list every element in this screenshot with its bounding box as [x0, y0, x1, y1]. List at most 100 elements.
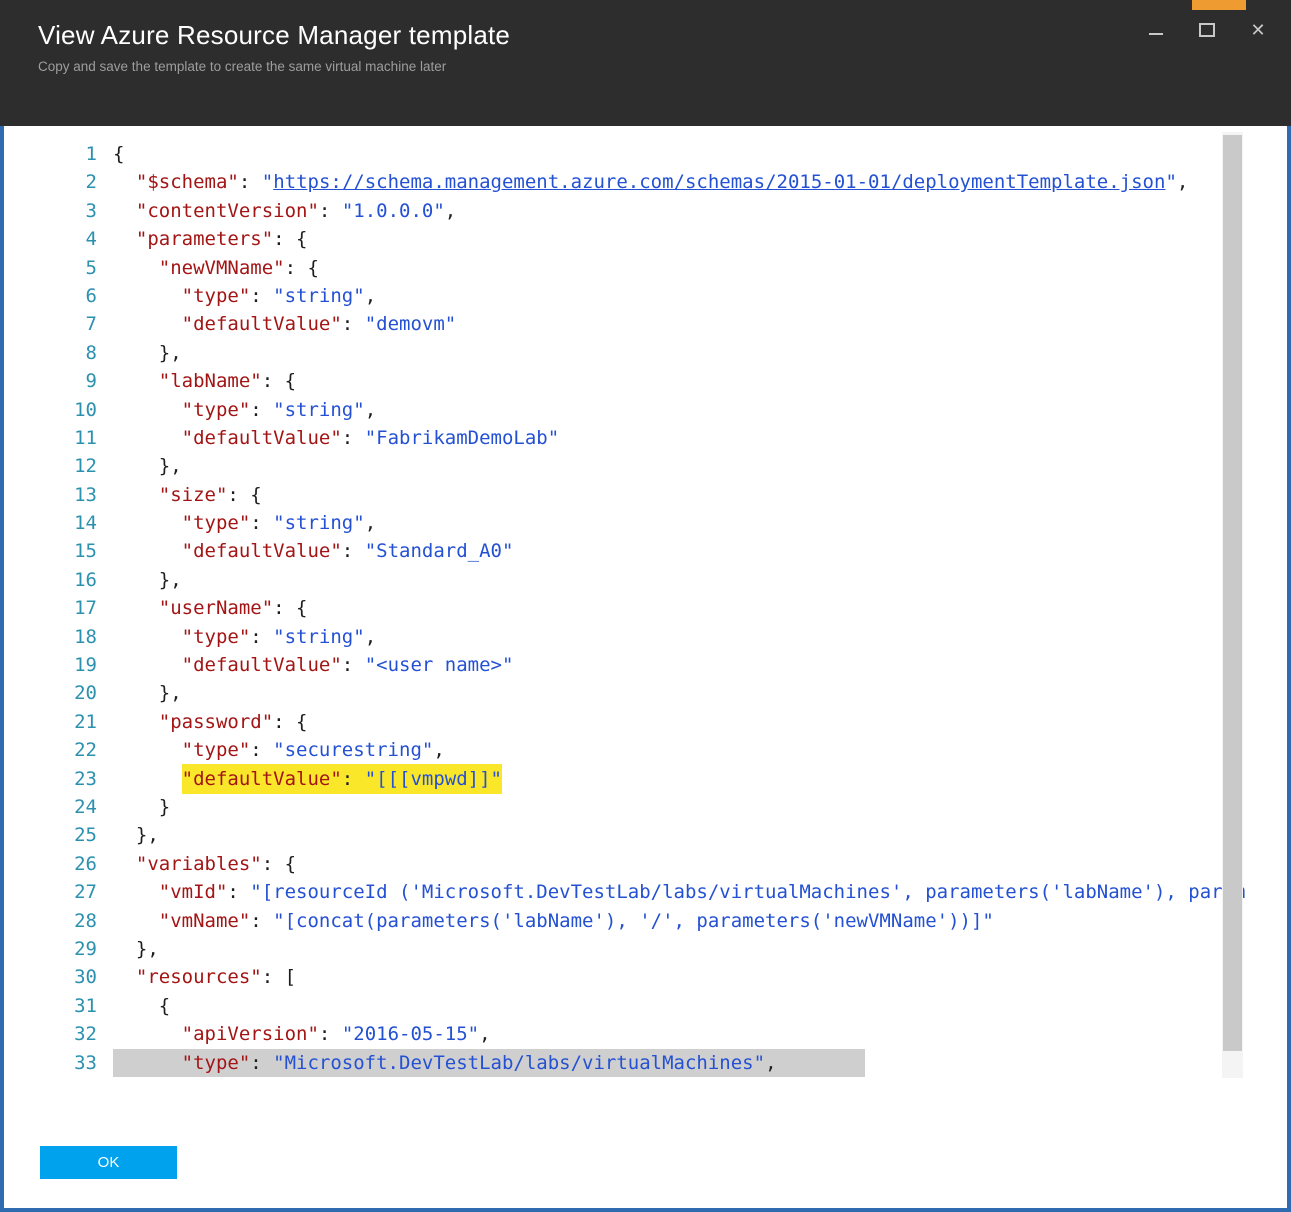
line-number: 33 — [74, 1051, 97, 1074]
code-line: 20 }, — [4, 679, 1287, 707]
minimize-button[interactable] — [1146, 20, 1166, 40]
dialog-subtitle: Copy and save the template to create the… — [38, 59, 447, 74]
line-number: 24 — [74, 795, 97, 818]
code-line: 19 "defaultValue": "<user name>" — [4, 651, 1287, 679]
code-text: }, — [113, 824, 159, 847]
code-line: 30 "resources": [ — [4, 963, 1287, 991]
code-text: "type": "string", — [181, 625, 377, 648]
code-line: 18 "type": "string", — [4, 623, 1287, 651]
code-line: 7 "defaultValue": "demovm" — [4, 310, 1287, 338]
maximize-button[interactable] — [1197, 20, 1217, 40]
line-number: 16 — [74, 568, 97, 591]
code-line: 16 }, — [4, 566, 1287, 594]
line-number: 12 — [74, 455, 97, 478]
line-number: 20 — [74, 682, 97, 705]
code-text: "defaultValue": "[[[vmpwd]]" — [113, 763, 502, 794]
title-bar: View Azure Resource Manager template Cop… — [0, 0, 1291, 126]
code-line: 23 "defaultValue": "[[[vmpwd]]" — [4, 763, 1287, 794]
code-text: "parameters": { — [135, 228, 308, 251]
line-number: 21 — [74, 710, 97, 733]
line-number: 1 — [85, 143, 97, 165]
code-text: "$schema": "https://schema.management.az… — [135, 171, 1189, 194]
code-line: 15 "defaultValue": "Standard_A0" — [4, 537, 1287, 565]
line-number: 29 — [74, 937, 97, 960]
code-text: } — [113, 795, 171, 818]
code-line: 8 }, — [4, 339, 1287, 367]
code-text: "contentVersion": "1.0.0.0", — [135, 199, 457, 222]
line-number: 9 — [85, 370, 97, 393]
code-text: "password": { — [158, 710, 308, 733]
ok-button[interactable]: OK — [40, 1146, 177, 1179]
code-line: 5 "newVMName": { — [4, 254, 1287, 282]
code-text-selected: "type": "Microsoft.DevTestLab/labs/virtu… — [113, 1048, 865, 1077]
line-number: 13 — [74, 483, 97, 506]
code-line: 17 "userName": { — [4, 594, 1287, 622]
code-line: 10 "type": "string", — [4, 396, 1287, 424]
line-number: 22 — [74, 739, 97, 762]
code-text: "defaultValue": "Standard_A0" — [181, 540, 514, 563]
line-number: 11 — [74, 426, 97, 449]
code-line: 1{ — [4, 140, 1287, 168]
line-number: 15 — [74, 540, 97, 563]
code-line: 13 "size": { — [4, 481, 1287, 509]
code-line: 25 }, — [4, 821, 1287, 849]
line-number: 8 — [85, 341, 97, 364]
code-line: 12 }, — [4, 452, 1287, 480]
line-number: 5 — [85, 256, 97, 279]
code-line: 33 "type": "Microsoft.DevTestLab/labs/vi… — [4, 1048, 1287, 1077]
code-line: 21 "password": { — [4, 708, 1287, 736]
line-number: 25 — [74, 824, 97, 847]
window-controls: ✕ — [1146, 20, 1268, 40]
line-number: 32 — [74, 1023, 97, 1046]
code-line: 27 "vmId": "[resourceId ('Microsoft.DevT… — [4, 878, 1287, 906]
line-number: 19 — [74, 654, 97, 677]
code-text: "type": "string", — [181, 284, 377, 307]
close-button[interactable]: ✕ — [1248, 20, 1268, 40]
code-text: }, — [113, 682, 182, 705]
code-text: "defaultValue": "demovm" — [181, 313, 457, 336]
code-text: "userName": { — [158, 597, 308, 620]
code-line: 4 "parameters": { — [4, 225, 1287, 253]
dialog-window: View Azure Resource Manager template Cop… — [0, 0, 1291, 1212]
dialog-body: 1{2 "$schema": "https://schema.managemen… — [0, 126, 1291, 1212]
vertical-scrollbar[interactable] — [1222, 132, 1243, 1078]
code-text: "type": "string", — [181, 398, 377, 421]
close-icon: ✕ — [1250, 20, 1266, 40]
code-text: "vmId": "[resourceId ('Microsoft.DevTest… — [158, 881, 1246, 904]
code-text: }, — [113, 937, 159, 960]
line-number: 23 — [74, 767, 97, 790]
scrollbar-thumb[interactable] — [1223, 135, 1242, 1051]
code-text: "labName": { — [158, 370, 297, 393]
code-line: 31 { — [4, 992, 1287, 1020]
code-text: }, — [113, 341, 182, 364]
line-number: 3 — [85, 199, 97, 222]
line-number: 28 — [74, 909, 97, 932]
code-line: 9 "labName": { — [4, 367, 1287, 395]
template-code-viewer: 1{2 "$schema": "https://schema.managemen… — [4, 126, 1287, 1077]
line-number: 26 — [74, 852, 97, 875]
code-text: }, — [113, 455, 182, 478]
code-text: "vmName": "[concat(parameters('labName')… — [158, 909, 994, 932]
line-number: 30 — [74, 966, 97, 989]
code-line: 6 "type": "string", — [4, 282, 1287, 310]
line-number: 7 — [85, 313, 97, 336]
code-line: 22 "type": "securestring", — [4, 736, 1287, 764]
code-line: 32 "apiVersion": "2016-05-15", — [4, 1020, 1287, 1048]
line-number: 14 — [74, 512, 97, 535]
line-number: 17 — [74, 597, 97, 620]
line-number: 4 — [85, 228, 97, 251]
code-line: 3 "contentVersion": "1.0.0.0", — [4, 197, 1287, 225]
code-text: "defaultValue": "FabrikamDemoLab" — [181, 426, 560, 449]
dialog-title: View Azure Resource Manager template — [38, 20, 511, 50]
schema-url-link[interactable]: https://schema.management.azure.com/sche… — [273, 171, 1165, 193]
code-text: "defaultValue": "<user name>" — [181, 654, 514, 677]
code-line: 24 } — [4, 793, 1287, 821]
code-text: { — [113, 143, 125, 165]
code-line: 29 }, — [4, 935, 1287, 963]
line-number: 18 — [74, 625, 97, 648]
line-number: 10 — [74, 398, 97, 421]
code-line: 11 "defaultValue": "FabrikamDemoLab" — [4, 424, 1287, 452]
code-text: "type": "string", — [181, 512, 377, 535]
code-lines: 1{2 "$schema": "https://schema.managemen… — [4, 140, 1287, 1077]
code-text: "size": { — [158, 483, 262, 506]
